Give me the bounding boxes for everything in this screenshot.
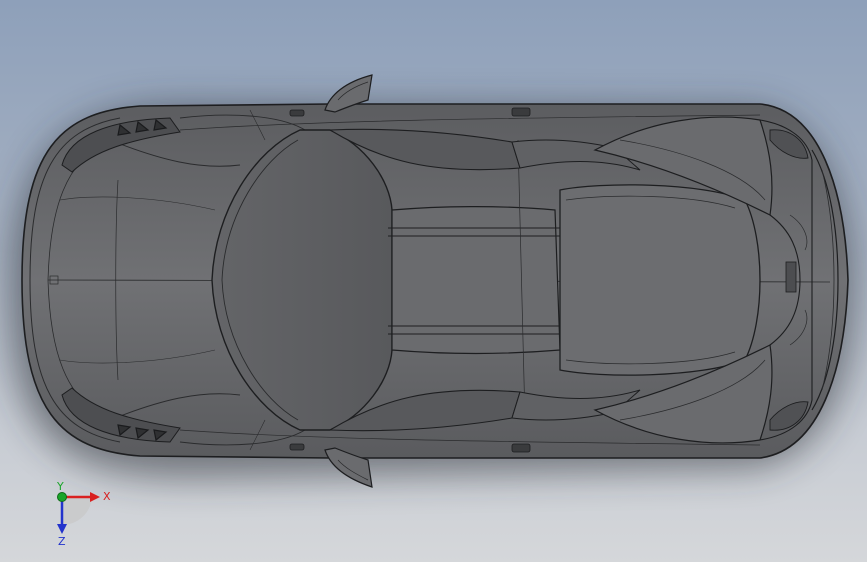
triad-y-label: Y: [56, 480, 64, 493]
reference-triad: X Y Z: [56, 480, 111, 548]
car-body[interactable]: [21, 103, 849, 459]
triad-z-arrowhead: [57, 524, 67, 534]
triad-x-arrowhead: [90, 492, 100, 502]
triad-y-axis: [57, 492, 67, 502]
graphics-viewport[interactable]: X Y Z: [0, 0, 867, 562]
triad-x-label: X: [103, 490, 111, 503]
triad-z-label: Z: [58, 535, 66, 548]
car-model-top-view[interactable]: X Y Z: [0, 0, 867, 562]
